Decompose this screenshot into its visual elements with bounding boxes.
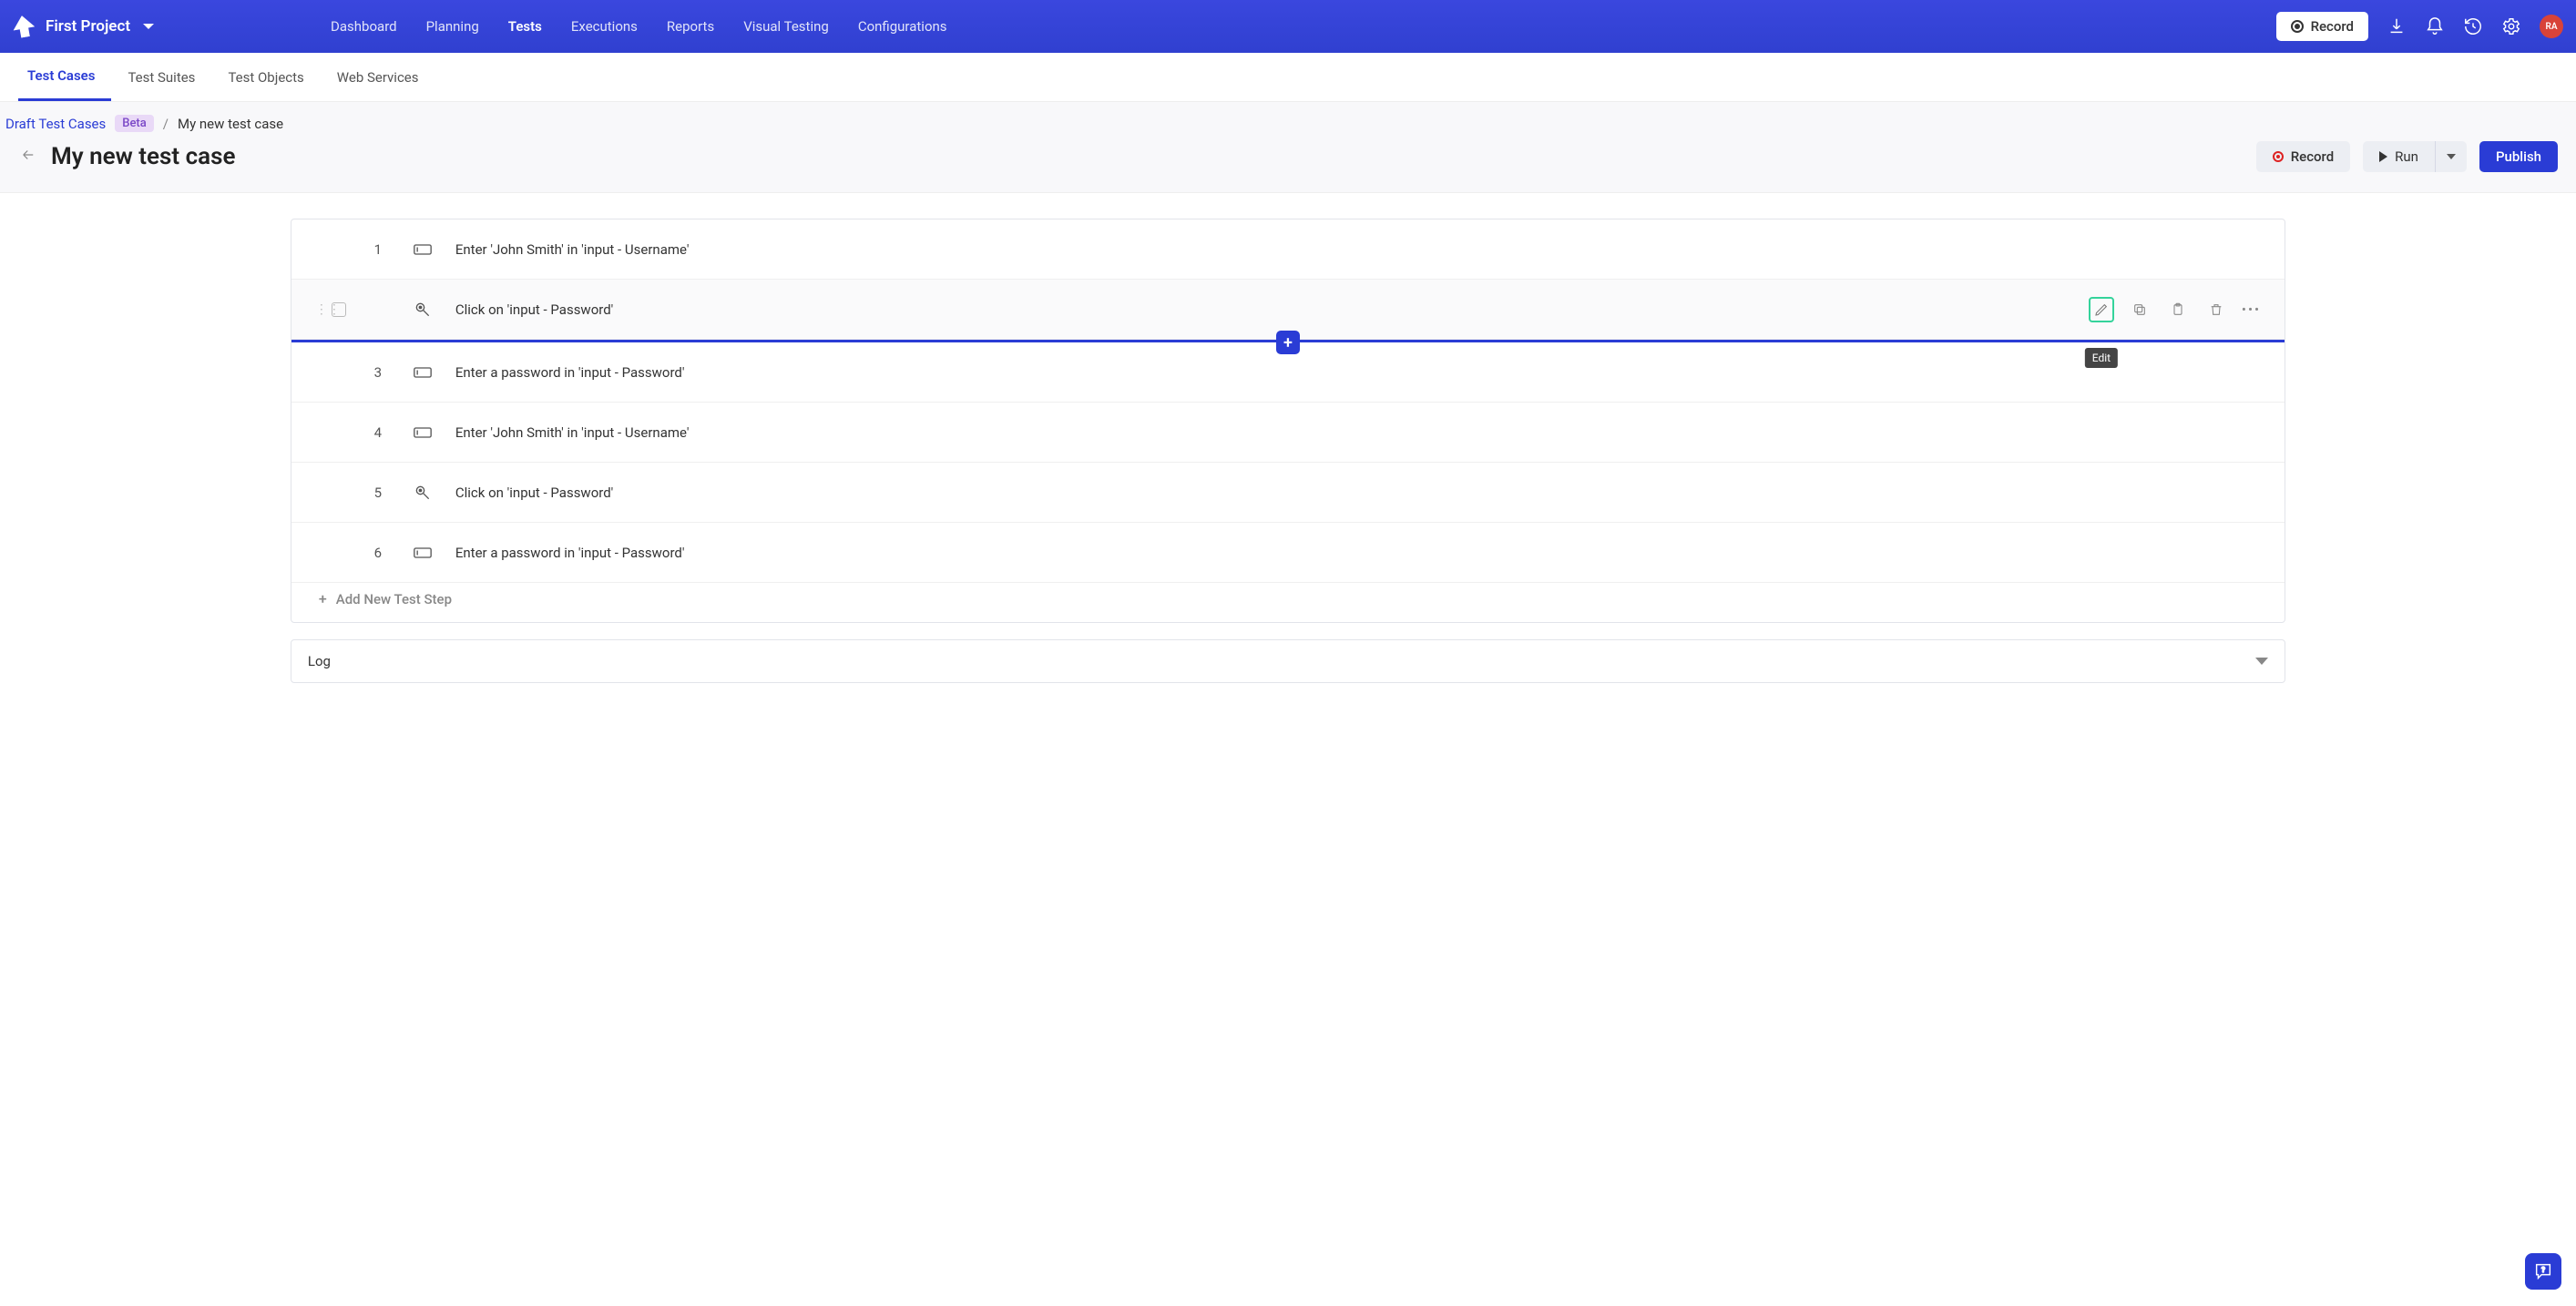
gear-icon[interactable] xyxy=(2501,16,2521,36)
nav-item-dashboard[interactable]: Dashboard xyxy=(318,11,410,42)
project-selector[interactable]: First Project xyxy=(46,17,154,36)
steps-card: ⋮⋮ 1 Enter 'John Smith' in 'input - Userna… xyxy=(291,219,2285,623)
step-number: 3 xyxy=(368,364,388,381)
record-dot-icon xyxy=(2273,151,2284,162)
chevron-down-icon xyxy=(143,24,154,29)
step-row-actions: Edit••• xyxy=(2089,297,2261,322)
back-arrow-icon[interactable] xyxy=(18,146,38,168)
input-icon xyxy=(404,242,441,257)
nav-item-planning[interactable]: Planning xyxy=(414,11,492,42)
beta-badge: Beta xyxy=(115,115,154,132)
step-number: 6 xyxy=(368,545,388,561)
avatar[interactable]: RA xyxy=(2540,15,2563,38)
step-row[interactable]: ⋮⋮5Click on 'input - Password' xyxy=(291,463,2285,523)
breadcrumb-separator: / xyxy=(163,116,169,132)
chevron-down-icon xyxy=(2447,154,2456,159)
add-new-step-label: Add New Test Step xyxy=(336,591,452,607)
step-text: Click on 'input - Password' xyxy=(455,485,613,501)
more-actions-button[interactable]: ••• xyxy=(2242,301,2261,318)
input-icon xyxy=(404,425,441,440)
record-label: Record xyxy=(2311,18,2354,35)
tab-test-cases[interactable]: Test Cases xyxy=(18,53,111,101)
bell-icon[interactable] xyxy=(2425,16,2445,36)
drag-handle-icon[interactable]: ⋮⋮ xyxy=(315,302,326,317)
breadcrumb-current: My new test case xyxy=(178,116,283,132)
step-text: Enter a password in 'input - Password' xyxy=(455,545,685,561)
run-button-label: Run xyxy=(2395,148,2418,165)
step-text: Enter a password in 'input - Password' xyxy=(455,364,685,381)
click-icon xyxy=(404,301,441,319)
avatar-initials: RA xyxy=(2545,22,2557,32)
breadcrumb: Draft Test Cases Beta / My new test case xyxy=(5,115,2558,132)
input-icon xyxy=(404,546,441,560)
project-name: First Project xyxy=(46,17,130,36)
step-row[interactable]: ⋮⋮6Enter a password in 'input - Password… xyxy=(291,523,2285,583)
publish-button-label: Publish xyxy=(2496,148,2541,165)
input-icon xyxy=(404,365,441,380)
tab-test-objects[interactable]: Test Objects xyxy=(211,53,320,101)
breadcrumb-draft-link[interactable]: Draft Test Cases xyxy=(5,116,106,132)
page-title: My new test case xyxy=(51,143,235,170)
log-label: Log xyxy=(308,653,331,669)
run-button-group: Run xyxy=(2363,141,2467,172)
step-row[interactable]: ⋮⋮3Enter a password in 'input - Password… xyxy=(291,342,2285,403)
top-navbar: First Project DashboardPlanningTestsExec… xyxy=(0,0,2576,53)
click-icon xyxy=(404,484,441,502)
plus-icon: + xyxy=(319,590,327,607)
history-icon[interactable] xyxy=(2463,16,2483,36)
nav-item-reports[interactable]: Reports xyxy=(654,11,727,42)
sub-navbar: Test CasesTest SuitesTest ObjectsWeb Ser… xyxy=(0,53,2576,102)
nav-item-configurations[interactable]: Configurations xyxy=(845,11,960,42)
step-number: 1 xyxy=(368,241,388,258)
title-actions: Record Run Publish xyxy=(2256,141,2558,172)
nav-item-tests[interactable]: Tests xyxy=(496,11,555,42)
run-button[interactable]: Run xyxy=(2363,141,2435,172)
step-text: Click on 'input - Password' xyxy=(455,301,613,318)
record-button-top[interactable]: Record xyxy=(2276,12,2368,41)
nav-item-executions[interactable]: Executions xyxy=(558,11,650,42)
publish-button[interactable]: Publish xyxy=(2479,141,2558,172)
step-text: Enter 'John Smith' in 'input - Username' xyxy=(455,424,690,441)
svg-text:?: ? xyxy=(2541,1266,2545,1275)
delete-step-button[interactable] xyxy=(2203,297,2229,322)
page-header: Draft Test Cases Beta / My new test case… xyxy=(0,102,2576,193)
main-content: ⋮⋮ 1 Enter 'John Smith' in 'input - Userna… xyxy=(0,193,2576,683)
step-text: Enter 'John Smith' in 'input - Username' xyxy=(455,241,690,258)
record-button-label: Record xyxy=(2291,148,2334,165)
tab-test-suites[interactable]: Test Suites xyxy=(111,53,211,101)
step-row[interactable]: ⋮⋮1Enter 'John Smith' in 'input - Userna… xyxy=(291,219,2285,280)
log-panel[interactable]: Log xyxy=(291,639,2285,683)
paste-step-button[interactable] xyxy=(2165,297,2191,322)
download-icon[interactable] xyxy=(2387,16,2407,36)
main-nav: DashboardPlanningTestsExecutionsReportsV… xyxy=(318,11,959,42)
app-logo-icon xyxy=(11,14,36,39)
edit-step-button[interactable] xyxy=(2089,297,2114,322)
step-row[interactable]: ⋮⋮4Enter 'John Smith' in 'input - Userna… xyxy=(291,403,2285,463)
help-fab[interactable]: ? xyxy=(2525,1253,2561,1290)
add-new-step-button[interactable]: + Add New Test Step xyxy=(291,583,2285,622)
nav-item-visual-testing[interactable]: Visual Testing xyxy=(731,11,842,42)
step-number: 4 xyxy=(368,424,388,441)
tab-web-services[interactable]: Web Services xyxy=(321,53,435,101)
step-number: 5 xyxy=(368,485,388,501)
record-dot-icon xyxy=(2291,20,2304,33)
run-dropdown-button[interactable] xyxy=(2435,141,2467,172)
play-icon xyxy=(2379,151,2387,162)
chevron-down-icon xyxy=(2255,658,2268,665)
copy-step-button[interactable] xyxy=(2127,297,2152,322)
step-checkbox[interactable] xyxy=(332,302,346,317)
record-button[interactable]: Record xyxy=(2256,141,2350,172)
